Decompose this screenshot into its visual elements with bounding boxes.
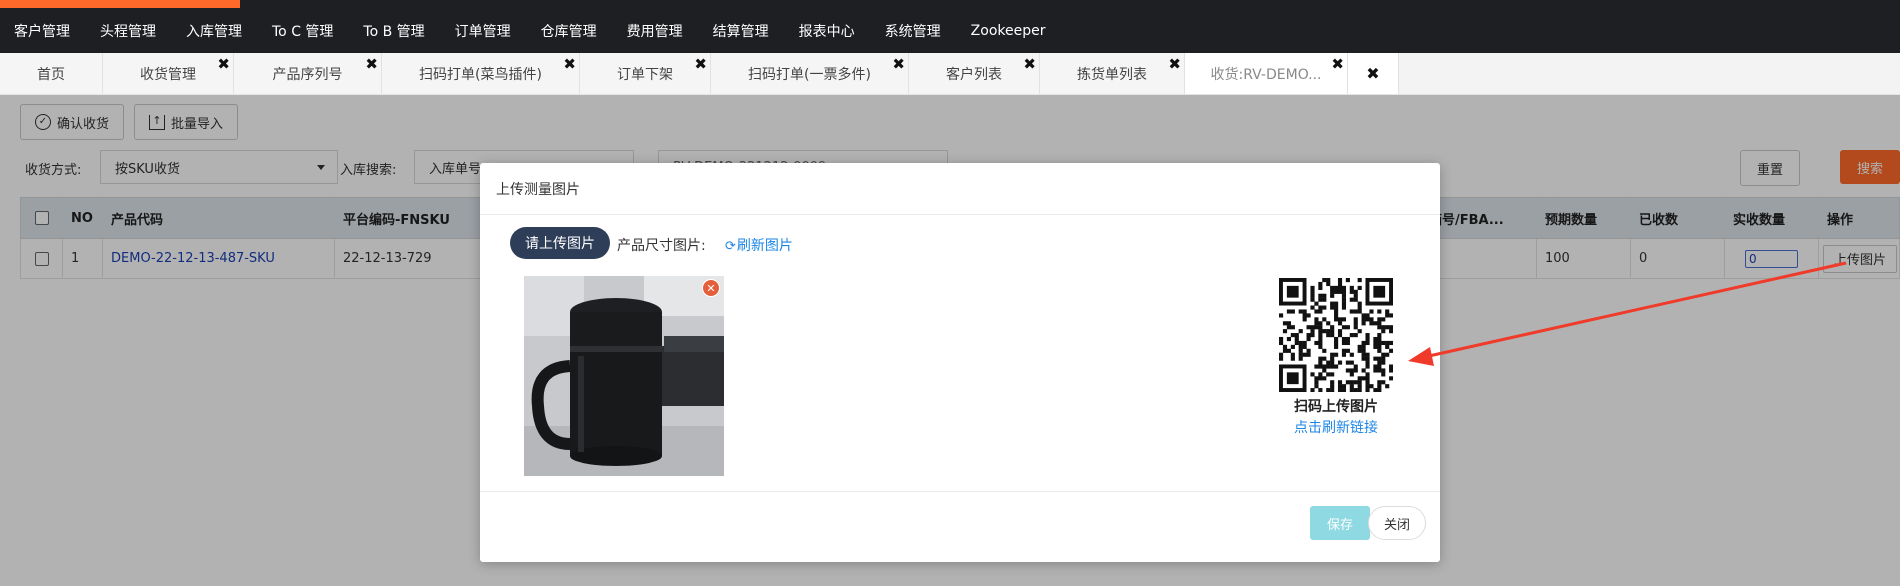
close-button[interactable]: 关闭	[1368, 506, 1426, 540]
menu-zookeeper[interactable]: Zookeeper	[971, 23, 1046, 39]
tab-label: 产品序列号	[272, 66, 343, 83]
tab-label: 客户列表	[946, 66, 1002, 83]
tab-label: 扫码打单(菜鸟插件)	[419, 66, 542, 83]
qr-code-image	[1279, 278, 1394, 393]
tab-scan-print-multi[interactable]: 扫码打单(一票多件) ✖	[710, 53, 909, 94]
close-icon[interactable]: ✖	[1348, 53, 1399, 94]
close-icon[interactable]: ✖	[694, 57, 707, 72]
refresh-images-label: 刷新图片	[736, 238, 793, 254]
tab-label: 扫码打单(一票多件)	[748, 66, 871, 83]
menu-reports[interactable]: 报表中心	[799, 21, 855, 41]
qr-caption: 扫码上传图片	[1294, 399, 1378, 415]
close-icon[interactable]: ✖	[1331, 57, 1344, 72]
menu-orders[interactable]: 订单管理	[455, 21, 511, 41]
tab-receiving[interactable]: 收货管理 ✖	[102, 53, 234, 94]
save-button[interactable]: 保存	[1310, 506, 1370, 540]
close-icon[interactable]: ✖	[1168, 57, 1181, 72]
product-photo	[524, 276, 724, 476]
upload-measurement-modal: 上传测量图片 请上传图片 产品尺寸图片: ⟳刷新图片 ✕ 扫码上传图片 点击刷新…	[480, 163, 1440, 562]
upload-qr-code	[1279, 278, 1394, 393]
modal-footer: 保存 关闭	[480, 491, 1440, 563]
menu-fees[interactable]: 费用管理	[627, 21, 683, 41]
tab-label: 拣货单列表	[1077, 66, 1147, 83]
tab-label: 订单下架	[617, 66, 673, 83]
close-icon[interactable]: ✖	[563, 57, 576, 72]
mug-photo-illustration	[524, 276, 724, 476]
tab-customer-list[interactable]: 客户列表 ✖	[908, 53, 1040, 94]
menu-system[interactable]: 系统管理	[885, 21, 941, 41]
tab-scan-print-cainiao[interactable]: 扫码打单(菜鸟插件) ✖	[381, 53, 580, 94]
tab-order-unshelve[interactable]: 订单下架 ✖	[579, 53, 711, 94]
remove-photo-button[interactable]: ✕	[702, 279, 720, 297]
menu-settlement[interactable]: 结算管理	[713, 21, 769, 41]
tab-label: 收货管理	[140, 66, 196, 83]
menu-inbound[interactable]: 入库管理	[186, 21, 242, 41]
refresh-link-button[interactable]: 点击刷新链接	[1253, 417, 1419, 437]
tab-label: 收货:RV-DEMO...	[1210, 66, 1322, 83]
upload-image-button[interactable]: 请上传图片	[510, 227, 610, 259]
top-navigation-bar: 客户管理 头程管理 入库管理 To C 管理 To B 管理 订单管理 仓库管理…	[0, 0, 1900, 53]
page-tabs: 首页 收货管理 ✖ 产品序列号 ✖ 扫码打单(菜鸟插件) ✖ 订单下架 ✖ 扫码…	[0, 53, 1900, 95]
modal-header: 上传测量图片	[480, 163, 1440, 215]
tab-label: 首页	[37, 66, 65, 83]
close-icon[interactable]: ✖	[892, 57, 905, 72]
close-icon[interactable]: ✖	[1023, 57, 1036, 72]
refresh-images-link[interactable]: ⟳刷新图片	[725, 235, 793, 255]
tab-home[interactable]: 首页	[0, 53, 103, 94]
close-icon[interactable]: ✖	[365, 57, 378, 72]
tab-serial-numbers[interactable]: 产品序列号 ✖	[233, 53, 382, 94]
tab-picking-list[interactable]: 拣货单列表 ✖	[1039, 53, 1185, 94]
close-icon: ✕	[706, 281, 716, 295]
brand-accent-strip	[0, 0, 240, 8]
menu-first-leg[interactable]: 头程管理	[100, 21, 156, 41]
menu-to-b[interactable]: To B 管理	[363, 21, 424, 41]
modal-title: 上传测量图片	[496, 181, 580, 198]
product-size-image-label: 产品尺寸图片:	[617, 238, 706, 254]
close-icon[interactable]: ✖	[217, 57, 230, 72]
menu-warehouse[interactable]: 仓库管理	[541, 21, 597, 41]
tab-receiving-detail[interactable]: 收货:RV-DEMO... ✖	[1184, 53, 1348, 94]
refresh-icon: ⟳	[725, 239, 736, 254]
menu-customer[interactable]: 客户管理	[14, 21, 70, 41]
menu-to-c[interactable]: To C 管理	[272, 21, 333, 41]
